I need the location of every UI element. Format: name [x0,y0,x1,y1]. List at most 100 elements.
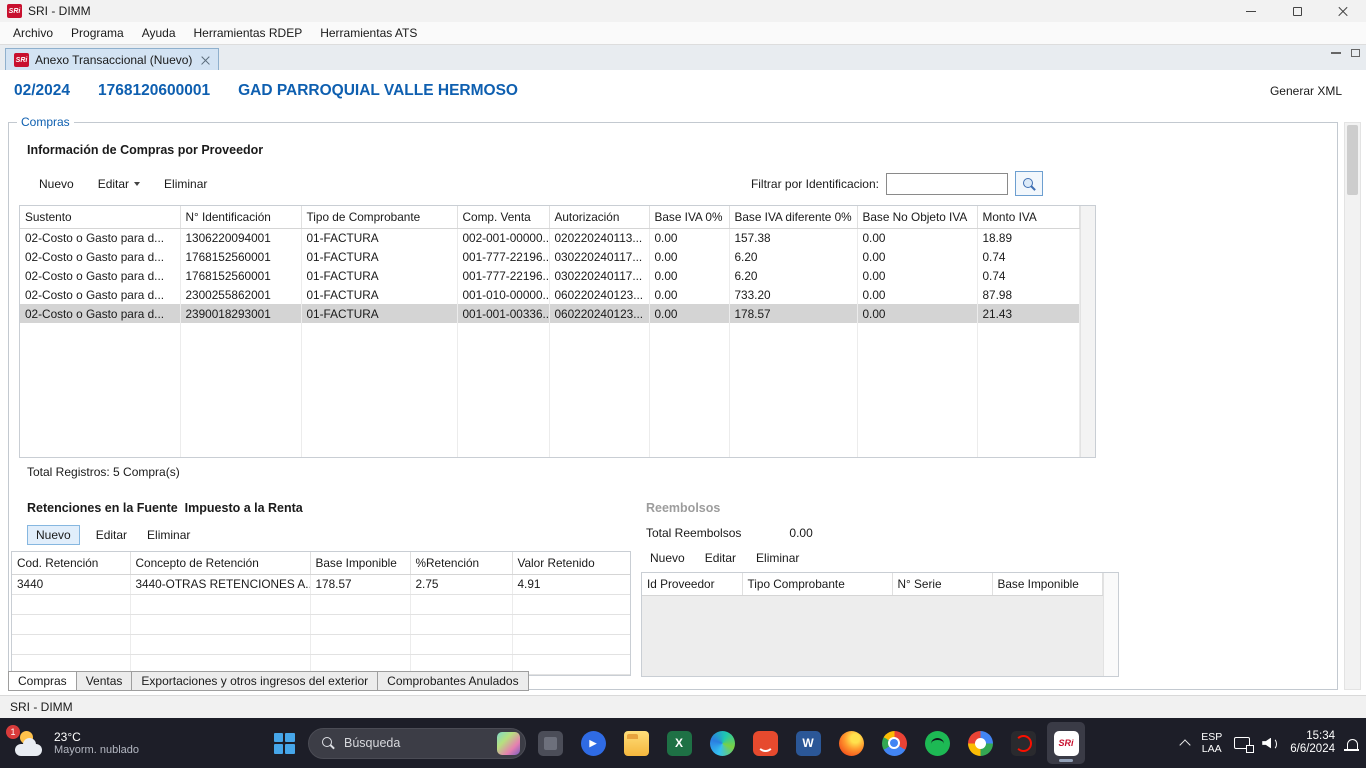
filter-input[interactable] [886,173,1008,195]
close-button[interactable] [1320,0,1366,22]
app-red-icon[interactable] [746,722,784,764]
column-header[interactable]: N° Identificación [180,206,301,228]
google-colors-icon[interactable] [961,722,999,764]
volume-icon[interactable] [1262,737,1278,750]
eliminar-button[interactable]: Eliminar [160,175,211,193]
reemb-eliminar-button[interactable]: Eliminar [752,549,803,567]
column-header[interactable]: Tipo Comprobante [742,573,892,595]
column-header[interactable]: Base No Objeto IVA [857,206,977,228]
column-header[interactable]: Sustento [20,206,180,228]
spotify-icon[interactable] [918,722,956,764]
reembolsos-table-scrollbar[interactable] [1103,573,1119,676]
sri-dimm-icon[interactable]: SRi [1047,722,1085,764]
edge-icon[interactable] [703,722,741,764]
nuevo-button[interactable]: Nuevo [35,175,78,193]
reembolsos-total-label: Total Reembolsos [646,526,741,540]
empty-row [20,437,1079,456]
table-row[interactable]: 02-Costo o Gasto para d...17681525600010… [20,247,1079,266]
reembolsos-title: Reembolsos [646,501,720,515]
ret-editar-button[interactable]: Editar [92,526,131,544]
chrome-icon[interactable] [875,722,913,764]
ruc: 1768120600001 [98,82,210,100]
retenciones-table[interactable]: Cod. RetenciónConcepto de RetenciónBase … [12,552,631,676]
column-header[interactable]: Monto IVA [977,206,1079,228]
table-row[interactable]: 02-Costo o Gasto para d...23002558620010… [20,285,1079,304]
editar-button[interactable]: Editar [94,175,144,193]
column-header[interactable]: Id Proveedor [642,573,742,595]
reemb-editar-button[interactable]: Editar [701,549,740,567]
table-row[interactable]: 02-Costo o Gasto para d...23900182930010… [20,304,1079,323]
content-scrollbar[interactable] [1344,122,1361,690]
reemb-nuevo-button[interactable]: Nuevo [646,549,689,567]
menu-archivo[interactable]: Archivo [4,22,62,44]
retenciones-table-frame: Cod. RetenciónConcepto de RetenciónBase … [11,551,631,676]
menu-ayuda[interactable]: Ayuda [133,22,185,44]
minimize-button[interactable] [1228,0,1274,22]
ret-nuevo-button[interactable]: Nuevo [27,525,80,545]
compras-table[interactable]: SustentoN° IdentificaciónTipo de Comprob… [20,206,1080,458]
clock[interactable]: 15:34 6/6/2024 [1290,730,1335,757]
column-header[interactable]: Autorización [549,206,649,228]
menu-programa[interactable]: Programa [62,22,133,44]
language-indicator[interactable]: ESP LAA [1201,731,1222,755]
table-row[interactable]: 34403440-OTRAS RETENCIONES A...178.572.7… [12,574,630,594]
chevron-down-icon [134,182,140,186]
file-explorer-icon[interactable] [617,722,655,764]
column-header[interactable]: %Retención [410,552,512,574]
empty-row [12,594,630,614]
mdi-minimize-button[interactable] [1331,52,1341,54]
tab-label: Anexo Transaccional (Nuevo) [35,53,192,67]
app-red-icon [753,731,778,756]
ret-eliminar-button[interactable]: Eliminar [143,526,194,544]
filter-search-button[interactable] [1015,171,1043,196]
taskbar-apps: ▶ X W SRi [531,722,1085,764]
column-header[interactable]: Base Imponible [310,552,410,574]
sri-tab-icon: SRi [14,53,29,67]
column-header[interactable]: Concepto de Retención [130,552,310,574]
search-icon [1022,177,1036,191]
menu-herramientas-ats[interactable]: Herramientas ATS [311,22,426,44]
tab-ventas[interactable]: Ventas [76,671,133,691]
weather-temp: 23°C [54,730,139,744]
excel-icon[interactable]: X [660,722,698,764]
network-icon[interactable] [1234,737,1250,749]
notification-bell-icon[interactable] [1347,739,1358,749]
tab-anexo-transaccional[interactable]: SRi Anexo Transaccional (Nuevo) [5,48,219,71]
cloud-icon [15,744,42,756]
empty-row [12,614,630,634]
firefox-icon[interactable] [832,722,870,764]
column-header[interactable]: Base IVA 0% [649,206,729,228]
reembolsos-table[interactable]: Id ProveedorTipo ComprobanteN° SerieBase… [642,573,1103,596]
media-player-icon[interactable]: ▶ [574,722,612,764]
generar-xml-button[interactable]: Generar XML [1270,84,1342,98]
column-header[interactable]: Cod. Retención [12,552,130,574]
column-header[interactable]: Comp. Venta [457,206,549,228]
table-row[interactable]: 02-Costo o Gasto para d...13062200940010… [20,228,1079,247]
document-tabstrip: SRi Anexo Transaccional (Nuevo) [0,44,1366,70]
scrollbar-thumb[interactable] [1347,125,1358,195]
weather-widget[interactable]: 1 23°C Mayorm. nublado [14,718,139,768]
column-header[interactable]: Base Imponible [992,573,1102,595]
mdi-restore-button[interactable] [1351,49,1360,57]
tab-close-icon[interactable] [201,56,210,65]
compras-table-scrollbar[interactable] [1080,206,1096,457]
tray-chevron-up-icon[interactable] [1180,739,1191,750]
restore-icon [1351,49,1360,57]
column-header[interactable]: Tipo de Comprobante [301,206,457,228]
tab-compras[interactable]: Compras [8,671,77,691]
table-row[interactable]: 02-Costo o Gasto para d...17681525600010… [20,266,1079,285]
search-icon [321,736,335,750]
app-dark-icon[interactable] [531,722,569,764]
taskbar-search-box[interactable]: Búsqueda [308,728,526,759]
tab-exportaciones[interactable]: Exportaciones y otros ingresos del exter… [131,671,378,691]
word-icon[interactable]: W [789,722,827,764]
column-header[interactable]: Base IVA diferente 0% [729,206,857,228]
column-header[interactable]: Valor Retenido [512,552,630,574]
tab-comprobantes-anulados[interactable]: Comprobantes Anulados [377,671,528,691]
start-button[interactable] [265,722,303,764]
acrobat-icon[interactable] [1004,722,1042,764]
maximize-button[interactable] [1274,0,1320,22]
column-header[interactable]: N° Serie [892,573,992,595]
menu-herramientas-rdep[interactable]: Herramientas RDEP [185,22,312,44]
taskbar: 1 23°C Mayorm. nublado Búsqueda ▶ X W SRi E… [0,718,1366,768]
